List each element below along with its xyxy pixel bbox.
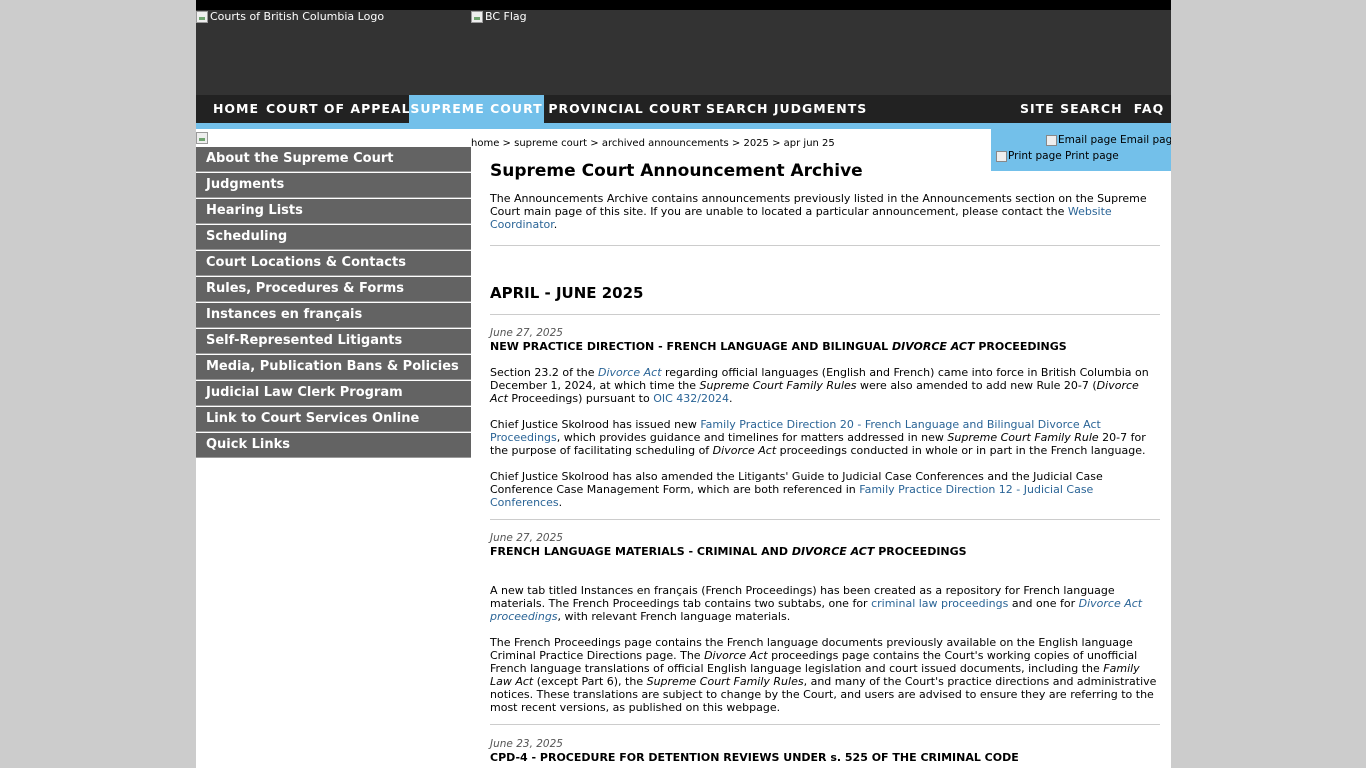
text: , with relevant French language material… [557, 610, 791, 623]
text-emphasis: Supreme Court Family Rules [699, 379, 857, 392]
section-heading: APRIL - JUNE 2025 [490, 284, 644, 302]
text-emphasis: Supreme Court Family Rule [947, 431, 1099, 444]
email-page-label: Email page Email page [1058, 134, 1171, 146]
announcement-paragraph: Chief Justice Skolrood has also amended … [490, 470, 1160, 509]
sidebar: About the Supreme Court Judgments Hearin… [196, 147, 471, 459]
title-part: NEW PRACTICE DIRECTION - FRENCH LANGUAGE… [490, 340, 892, 353]
broken-image-icon [196, 132, 208, 144]
nav-court-of-appeal[interactable]: Court of Appeal [266, 95, 410, 123]
broken-image-icon [196, 11, 208, 23]
breadcrumb: home > supreme court > archived announce… [471, 138, 835, 149]
announcement-paragraph: The French Proceedings page contains the… [490, 636, 1160, 714]
print-icon [996, 150, 1007, 162]
sidebar-item-rules[interactable]: Rules, Procedures & Forms [196, 277, 471, 302]
text: were also amended to add new Rule 20-7 ( [856, 379, 1097, 392]
title-emphasis: DIVORCE ACT [791, 545, 875, 558]
nav-site-search[interactable]: Site Search [1020, 95, 1122, 123]
text: Chief Justice Skolrood has issued new [490, 418, 701, 431]
flag-alt-text: BC Flag [485, 10, 527, 23]
breadcrumb-home[interactable]: home [471, 138, 499, 149]
sidebar-item-french[interactable]: Instances en français [196, 303, 471, 328]
sidebar-item-scheduling[interactable]: Scheduling [196, 225, 471, 250]
sidebar-header-image [196, 129, 212, 147]
page-title: Supreme Court Announcement Archive [490, 161, 863, 181]
announcement-paragraph: Section 23.2 of the Divorce Act regardin… [490, 366, 1160, 405]
broken-image-icon [471, 11, 483, 23]
text: . [728, 392, 733, 405]
page-tools: Email page Email page Print page Print p… [991, 129, 1171, 171]
announcement-title: CPD-4 - PROCEDURE FOR DETENTION REVIEWS … [490, 751, 1019, 764]
email-icon [1046, 134, 1057, 146]
title-part: PROCEEDINGS [974, 340, 1067, 353]
announcement-title: FRENCH LANGUAGE MATERIALS - CRIMINAL AND… [490, 545, 967, 558]
intro-paragraph: The Announcements Archive contains annou… [490, 192, 1147, 231]
text: , which provides guidance and timelines … [556, 431, 948, 444]
sidebar-item-hearing-lists[interactable]: Hearing Lists [196, 199, 471, 224]
intro-text: The Announcements Archive contains annou… [490, 192, 1147, 218]
nav-search-judgments[interactable]: Search Judgments [706, 95, 866, 123]
criminal-proceedings-link[interactable]: criminal law proceedings [871, 597, 1008, 610]
divider [490, 724, 1160, 725]
nav-faq[interactable]: FAQ [1131, 95, 1167, 123]
text: . [558, 496, 563, 509]
top-black-bar [196, 0, 1171, 10]
announcement-date: June 27, 2025 [490, 327, 563, 339]
breadcrumb-supreme-court[interactable]: supreme court [514, 138, 587, 149]
nav-provincial-court[interactable]: Provincial Court [546, 95, 704, 123]
oic-link[interactable]: OIC 432/2024 [653, 392, 729, 405]
title-emphasis: DIVORCE ACT [891, 340, 975, 353]
breadcrumb-archived[interactable]: archived announcements [602, 138, 729, 149]
nav-home[interactable]: Home [206, 95, 266, 123]
sidebar-item-quick-links[interactable]: Quick Links [196, 433, 471, 458]
announcement-paragraph: A new tab titled Instances en français (… [490, 584, 1160, 623]
logo-alt-text: Courts of British Columbia Logo [210, 10, 385, 23]
text: proceedings conducted in whole or in par… [776, 444, 1146, 457]
text-emphasis: Divorce Act [704, 649, 768, 662]
announcement-date: June 27, 2025 [490, 532, 563, 544]
nav-supreme-court[interactable]: Supreme Court [409, 95, 544, 123]
breadcrumb-current: apr jun 25 [783, 138, 835, 149]
announcement-paragraph: Chief Justice Skolrood has issued new Fa… [490, 418, 1160, 457]
sidebar-item-law-clerk[interactable]: Judicial Law Clerk Program [196, 381, 471, 406]
text: and one for [1008, 597, 1079, 610]
bc-flag-image: BC Flag [471, 10, 527, 24]
text-emphasis: Divorce Act [712, 444, 777, 457]
text: Proceedings) pursuant to [507, 392, 654, 405]
page: Courts of British Columbia Logo BC Flag … [196, 0, 1171, 768]
title-part: PROCEEDINGS [874, 545, 967, 558]
main-nav: Home Court of Appeal Supreme Court Provi… [196, 95, 1171, 123]
email-page-button[interactable]: Email page Email page [1046, 134, 1171, 146]
text-emphasis: Supreme Court Family Rules [646, 675, 804, 688]
title-part: FRENCH LANGUAGE MATERIALS - CRIMINAL AND [490, 545, 792, 558]
courts-logo-image[interactable]: Courts of British Columbia Logo [196, 10, 384, 24]
print-page-label: Print page Print page [1008, 150, 1119, 162]
sidebar-item-self-represented[interactable]: Self-Represented Litigants [196, 329, 471, 354]
announcement-date: June 23, 2025 [490, 738, 563, 750]
print-page-button[interactable]: Print page Print page [996, 150, 1119, 162]
text: Section 23.2 of the [490, 366, 599, 379]
divider [490, 314, 1160, 315]
sidebar-item-about[interactable]: About the Supreme Court [196, 147, 471, 172]
divorce-act-link[interactable]: Divorce Act [598, 366, 662, 379]
sidebar-item-media[interactable]: Media, Publication Bans & Policies [196, 355, 471, 380]
divider [490, 519, 1160, 520]
announcement-title: NEW PRACTICE DIRECTION - FRENCH LANGUAGE… [490, 340, 1067, 353]
sidebar-item-cso[interactable]: Link to Court Services Online [196, 407, 471, 432]
banner: Courts of British Columbia Logo BC Flag [196, 10, 1171, 95]
sidebar-item-locations[interactable]: Court Locations & Contacts [196, 251, 471, 276]
sidebar-item-judgments[interactable]: Judgments [196, 173, 471, 198]
divider [490, 245, 1160, 246]
breadcrumb-year[interactable]: 2025 [743, 138, 768, 149]
text: (except Part 6), the [533, 675, 647, 688]
